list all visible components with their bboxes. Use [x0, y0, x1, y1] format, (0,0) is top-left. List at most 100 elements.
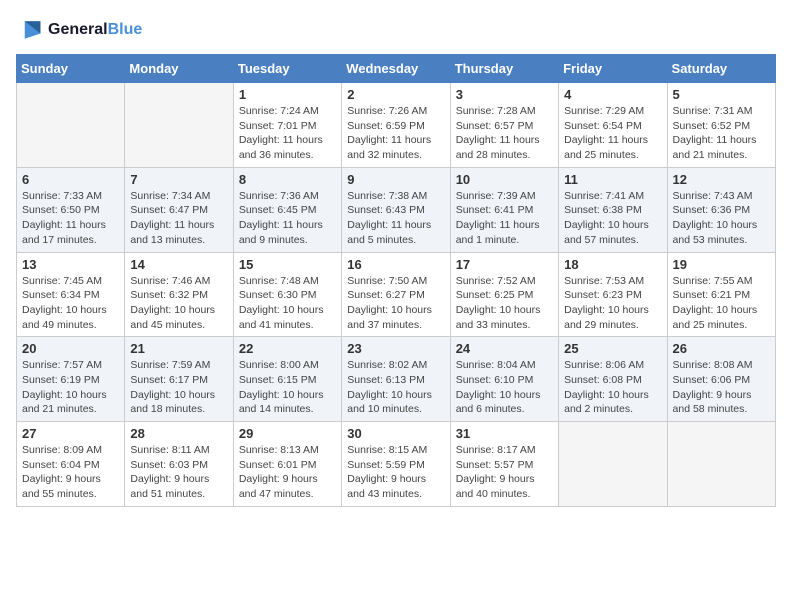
- calendar-cell: 3Sunrise: 7:28 AM Sunset: 6:57 PM Daylig…: [450, 83, 558, 168]
- day-detail: Sunrise: 7:38 AM Sunset: 6:43 PM Dayligh…: [347, 189, 444, 248]
- calendar-week-row: 20 Sunrise: 7:57 AM Sunset: 6:19 PM Dayli…: [17, 337, 776, 422]
- day-number: 18: [564, 257, 661, 272]
- calendar-cell: 9Sunrise: 7:38 AM Sunset: 6:43 PM Daylig…: [342, 167, 450, 252]
- day-number: 2: [347, 87, 444, 102]
- day-detail: Sunrise: 7:33 AM Sunset: 6:50 PM Dayligh…: [22, 189, 119, 248]
- day-number: 23: [347, 341, 444, 356]
- calendar-cell: 26 Sunrise: 8:08 AM Sunset: 6:06 PM Dayli…: [667, 337, 775, 422]
- calendar-cell: 24Sunrise: 8:04 AM Sunset: 6:10 PM Dayli…: [450, 337, 558, 422]
- calendar-cell: [17, 83, 125, 168]
- day-number: 20: [22, 341, 119, 356]
- day-detail: Sunrise: 8:02 AM Sunset: 6:13 PM Dayligh…: [347, 358, 444, 417]
- calendar-cell: 14 Sunrise: 7:46 AM Sunset: 6:32 PM Dayli…: [125, 252, 233, 337]
- logo: GeneralBlue: [16, 16, 142, 44]
- calendar-header-row: SundayMondayTuesdayWednesdayThursdayFrid…: [17, 55, 776, 83]
- calendar-cell: 18 Sunrise: 7:53 AM Sunset: 6:23 PM Dayli…: [559, 252, 667, 337]
- calendar-cell: 22 Sunrise: 8:00 AM Sunset: 6:15 PM Dayli…: [233, 337, 341, 422]
- day-number: 15: [239, 257, 336, 272]
- calendar-cell: 4Sunrise: 7:29 AM Sunset: 6:54 PM Daylig…: [559, 83, 667, 168]
- day-number: 31: [456, 426, 553, 441]
- calendar-cell: 2 Sunrise: 7:26 AM Sunset: 6:59 PM Daylig…: [342, 83, 450, 168]
- calendar-cell: 7 Sunrise: 7:34 AM Sunset: 6:47 PM Daylig…: [125, 167, 233, 252]
- calendar-cell: 20 Sunrise: 7:57 AM Sunset: 6:19 PM Dayli…: [17, 337, 125, 422]
- day-detail: Sunrise: 7:26 AM Sunset: 6:59 PM Dayligh…: [347, 104, 444, 163]
- day-detail: Sunrise: 7:45 AM Sunset: 6:34 PM Dayligh…: [22, 274, 119, 333]
- header-monday: Monday: [125, 55, 233, 83]
- page-header: GeneralBlue: [16, 16, 776, 44]
- day-number: 10: [456, 172, 553, 187]
- calendar-week-row: 1 Sunrise: 7:24 AM Sunset: 7:01 PM Daylig…: [17, 83, 776, 168]
- logo-icon: [16, 16, 44, 44]
- day-number: 6: [22, 172, 119, 187]
- day-detail: Sunrise: 8:00 AM Sunset: 6:15 PM Dayligh…: [239, 358, 336, 417]
- calendar-cell: 5 Sunrise: 7:31 AM Sunset: 6:52 PM Daylig…: [667, 83, 775, 168]
- logo-text: GeneralBlue: [48, 21, 142, 39]
- calendar-cell: 11Sunrise: 7:41 AM Sunset: 6:38 PM Dayli…: [559, 167, 667, 252]
- day-detail: Sunrise: 7:34 AM Sunset: 6:47 PM Dayligh…: [130, 189, 227, 248]
- calendar-cell: 30 Sunrise: 8:15 AM Sunset: 5:59 PM Dayli…: [342, 422, 450, 507]
- day-detail: Sunrise: 7:24 AM Sunset: 7:01 PM Dayligh…: [239, 104, 336, 163]
- header-friday: Friday: [559, 55, 667, 83]
- day-number: 14: [130, 257, 227, 272]
- day-detail: Sunrise: 8:06 AM Sunset: 6:08 PM Dayligh…: [564, 358, 661, 417]
- day-detail: Sunrise: 7:52 AM Sunset: 6:25 PM Dayligh…: [456, 274, 553, 333]
- day-detail: Sunrise: 8:15 AM Sunset: 5:59 PM Dayligh…: [347, 443, 444, 502]
- day-detail: Sunrise: 8:09 AM Sunset: 6:04 PM Dayligh…: [22, 443, 119, 502]
- calendar-cell: [125, 83, 233, 168]
- day-number: 27: [22, 426, 119, 441]
- calendar-cell: [559, 422, 667, 507]
- day-number: 26: [673, 341, 770, 356]
- day-detail: Sunrise: 8:13 AM Sunset: 6:01 PM Dayligh…: [239, 443, 336, 502]
- calendar-cell: 28Sunrise: 8:11 AM Sunset: 6:03 PM Dayli…: [125, 422, 233, 507]
- day-detail: Sunrise: 7:39 AM Sunset: 6:41 PM Dayligh…: [456, 189, 553, 248]
- day-detail: Sunrise: 7:53 AM Sunset: 6:23 PM Dayligh…: [564, 274, 661, 333]
- calendar-cell: 13 Sunrise: 7:45 AM Sunset: 6:34 PM Dayli…: [17, 252, 125, 337]
- day-number: 12: [673, 172, 770, 187]
- day-detail: Sunrise: 7:55 AM Sunset: 6:21 PM Dayligh…: [673, 274, 770, 333]
- day-number: 22: [239, 341, 336, 356]
- calendar-cell: [667, 422, 775, 507]
- calendar-cell: 21Sunrise: 7:59 AM Sunset: 6:17 PM Dayli…: [125, 337, 233, 422]
- calendar-week-row: 27 Sunrise: 8:09 AM Sunset: 6:04 PM Dayli…: [17, 422, 776, 507]
- calendar-cell: 23 Sunrise: 8:02 AM Sunset: 6:13 PM Dayli…: [342, 337, 450, 422]
- day-number: 8: [239, 172, 336, 187]
- calendar-cell: 10 Sunrise: 7:39 AM Sunset: 6:41 PM Dayli…: [450, 167, 558, 252]
- day-number: 3: [456, 87, 553, 102]
- day-detail: Sunrise: 7:41 AM Sunset: 6:38 PM Dayligh…: [564, 189, 661, 248]
- day-number: 21: [130, 341, 227, 356]
- header-tuesday: Tuesday: [233, 55, 341, 83]
- day-detail: Sunrise: 8:17 AM Sunset: 5:57 PM Dayligh…: [456, 443, 553, 502]
- day-number: 1: [239, 87, 336, 102]
- calendar-table: SundayMondayTuesdayWednesdayThursdayFrid…: [16, 54, 776, 507]
- calendar-cell: 19 Sunrise: 7:55 AM Sunset: 6:21 PM Dayli…: [667, 252, 775, 337]
- calendar-cell: 8 Sunrise: 7:36 AM Sunset: 6:45 PM Daylig…: [233, 167, 341, 252]
- day-detail: Sunrise: 7:46 AM Sunset: 6:32 PM Dayligh…: [130, 274, 227, 333]
- day-detail: Sunrise: 7:57 AM Sunset: 6:19 PM Dayligh…: [22, 358, 119, 417]
- calendar-cell: 25 Sunrise: 8:06 AM Sunset: 6:08 PM Dayli…: [559, 337, 667, 422]
- calendar-week-row: 6 Sunrise: 7:33 AM Sunset: 6:50 PM Daylig…: [17, 167, 776, 252]
- day-detail: Sunrise: 7:43 AM Sunset: 6:36 PM Dayligh…: [673, 189, 770, 248]
- day-number: 17: [456, 257, 553, 272]
- day-detail: Sunrise: 8:04 AM Sunset: 6:10 PM Dayligh…: [456, 358, 553, 417]
- day-number: 5: [673, 87, 770, 102]
- day-number: 13: [22, 257, 119, 272]
- calendar-cell: 1 Sunrise: 7:24 AM Sunset: 7:01 PM Daylig…: [233, 83, 341, 168]
- day-number: 29: [239, 426, 336, 441]
- day-number: 28: [130, 426, 227, 441]
- calendar-cell: 31 Sunrise: 8:17 AM Sunset: 5:57 PM Dayli…: [450, 422, 558, 507]
- day-detail: Sunrise: 7:50 AM Sunset: 6:27 PM Dayligh…: [347, 274, 444, 333]
- day-number: 30: [347, 426, 444, 441]
- day-detail: Sunrise: 7:31 AM Sunset: 6:52 PM Dayligh…: [673, 104, 770, 163]
- day-number: 19: [673, 257, 770, 272]
- day-detail: Sunrise: 7:36 AM Sunset: 6:45 PM Dayligh…: [239, 189, 336, 248]
- header-thursday: Thursday: [450, 55, 558, 83]
- day-detail: Sunrise: 7:29 AM Sunset: 6:54 PM Dayligh…: [564, 104, 661, 163]
- calendar-cell: 16Sunrise: 7:50 AM Sunset: 6:27 PM Dayli…: [342, 252, 450, 337]
- day-detail: Sunrise: 8:08 AM Sunset: 6:06 PM Dayligh…: [673, 358, 770, 417]
- calendar-cell: 27 Sunrise: 8:09 AM Sunset: 6:04 PM Dayli…: [17, 422, 125, 507]
- day-number: 25: [564, 341, 661, 356]
- day-detail: Sunrise: 7:48 AM Sunset: 6:30 PM Dayligh…: [239, 274, 336, 333]
- day-number: 7: [130, 172, 227, 187]
- calendar-cell: 17 Sunrise: 7:52 AM Sunset: 6:25 PM Dayli…: [450, 252, 558, 337]
- calendar-cell: 12 Sunrise: 7:43 AM Sunset: 6:36 PM Dayli…: [667, 167, 775, 252]
